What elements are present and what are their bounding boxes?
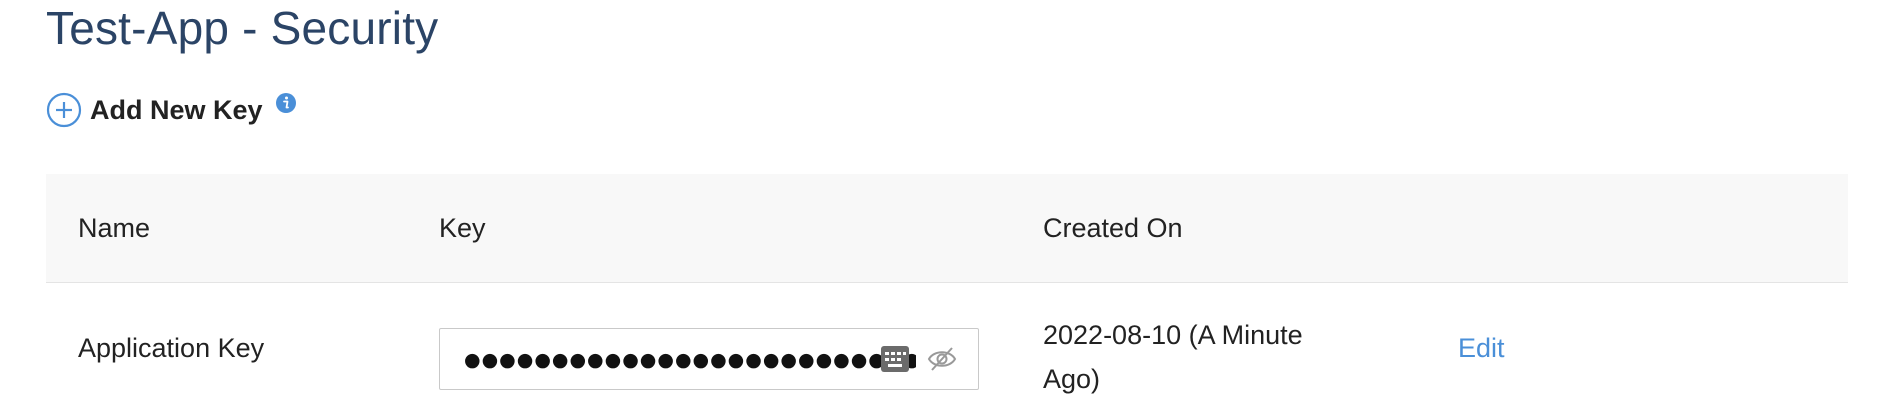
page-title: Test-App - Security [46,2,439,54]
edit-link[interactable]: Edit [1458,331,1505,365]
key-name-cell: Application Key [78,333,265,363]
add-new-key-button[interactable]: Add New Key [46,90,263,130]
key-masked-value: ●●●●●●●●●●●●●●●●●●●●●●●●●●●● [464,349,916,371]
table-row: Application Key ●●●●●●●●●●●●●●●●●●●●●●●●… [46,283,1848,420]
keyboard-icon [880,345,910,373]
key-value-field[interactable]: ●●●●●●●●●●●●●●●●●●●●●●●●●●●● [439,328,979,390]
info-icon[interactable] [275,92,297,114]
column-header-key: Key [439,213,486,243]
keys-table: Name Key Created On Application Key ●●●●… [46,174,1848,420]
plus-circle-icon [46,92,82,128]
eye-slash-icon[interactable] [927,346,957,372]
table-header: Name Key Created On [46,174,1848,283]
created-on-cell: 2022-08-10 (A Minute Ago) [1043,320,1303,394]
column-header-created-on: Created On [1043,213,1183,243]
column-header-name: Name [78,213,151,243]
security-page: Test-App - Security Add New Key Name Key… [0,0,1894,420]
add-new-key-label: Add New Key [90,94,263,125]
